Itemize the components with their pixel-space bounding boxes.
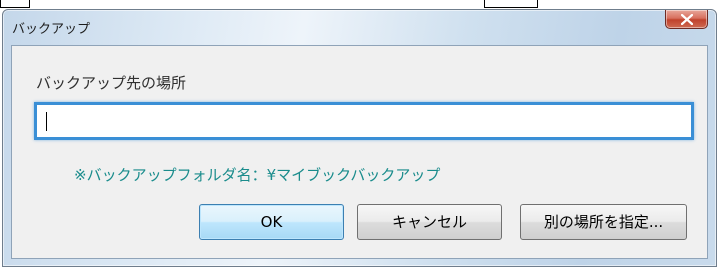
text-caret (46, 112, 47, 131)
title-bar[interactable]: バックアップ (3, 10, 716, 44)
window-title: バックアップ (12, 22, 91, 37)
top-strip-mark-right (484, 0, 538, 8)
destination-path-input[interactable] (34, 102, 694, 140)
cancel-button[interactable]: キャンセル (357, 204, 502, 240)
top-strip (0, 0, 721, 8)
backup-dialog: バックアップ バックアップ先の場所 ※バックアップフォルダ名：¥マイブックバック… (2, 9, 717, 267)
specify-other-location-button[interactable]: 別の場所を指定... (520, 204, 687, 240)
backup-folder-note: ※バックアップフォルダ名：¥マイブックバックアップ (74, 166, 441, 184)
close-icon (681, 14, 693, 25)
ok-button[interactable]: OK (199, 204, 344, 240)
close-button[interactable] (665, 10, 708, 29)
dialog-body: バックアップ先の場所 ※バックアップフォルダ名：¥マイブックバックアップ OK … (11, 45, 708, 259)
top-strip-mark-left (0, 0, 30, 8)
destination-label: バックアップ先の場所 (36, 74, 187, 92)
